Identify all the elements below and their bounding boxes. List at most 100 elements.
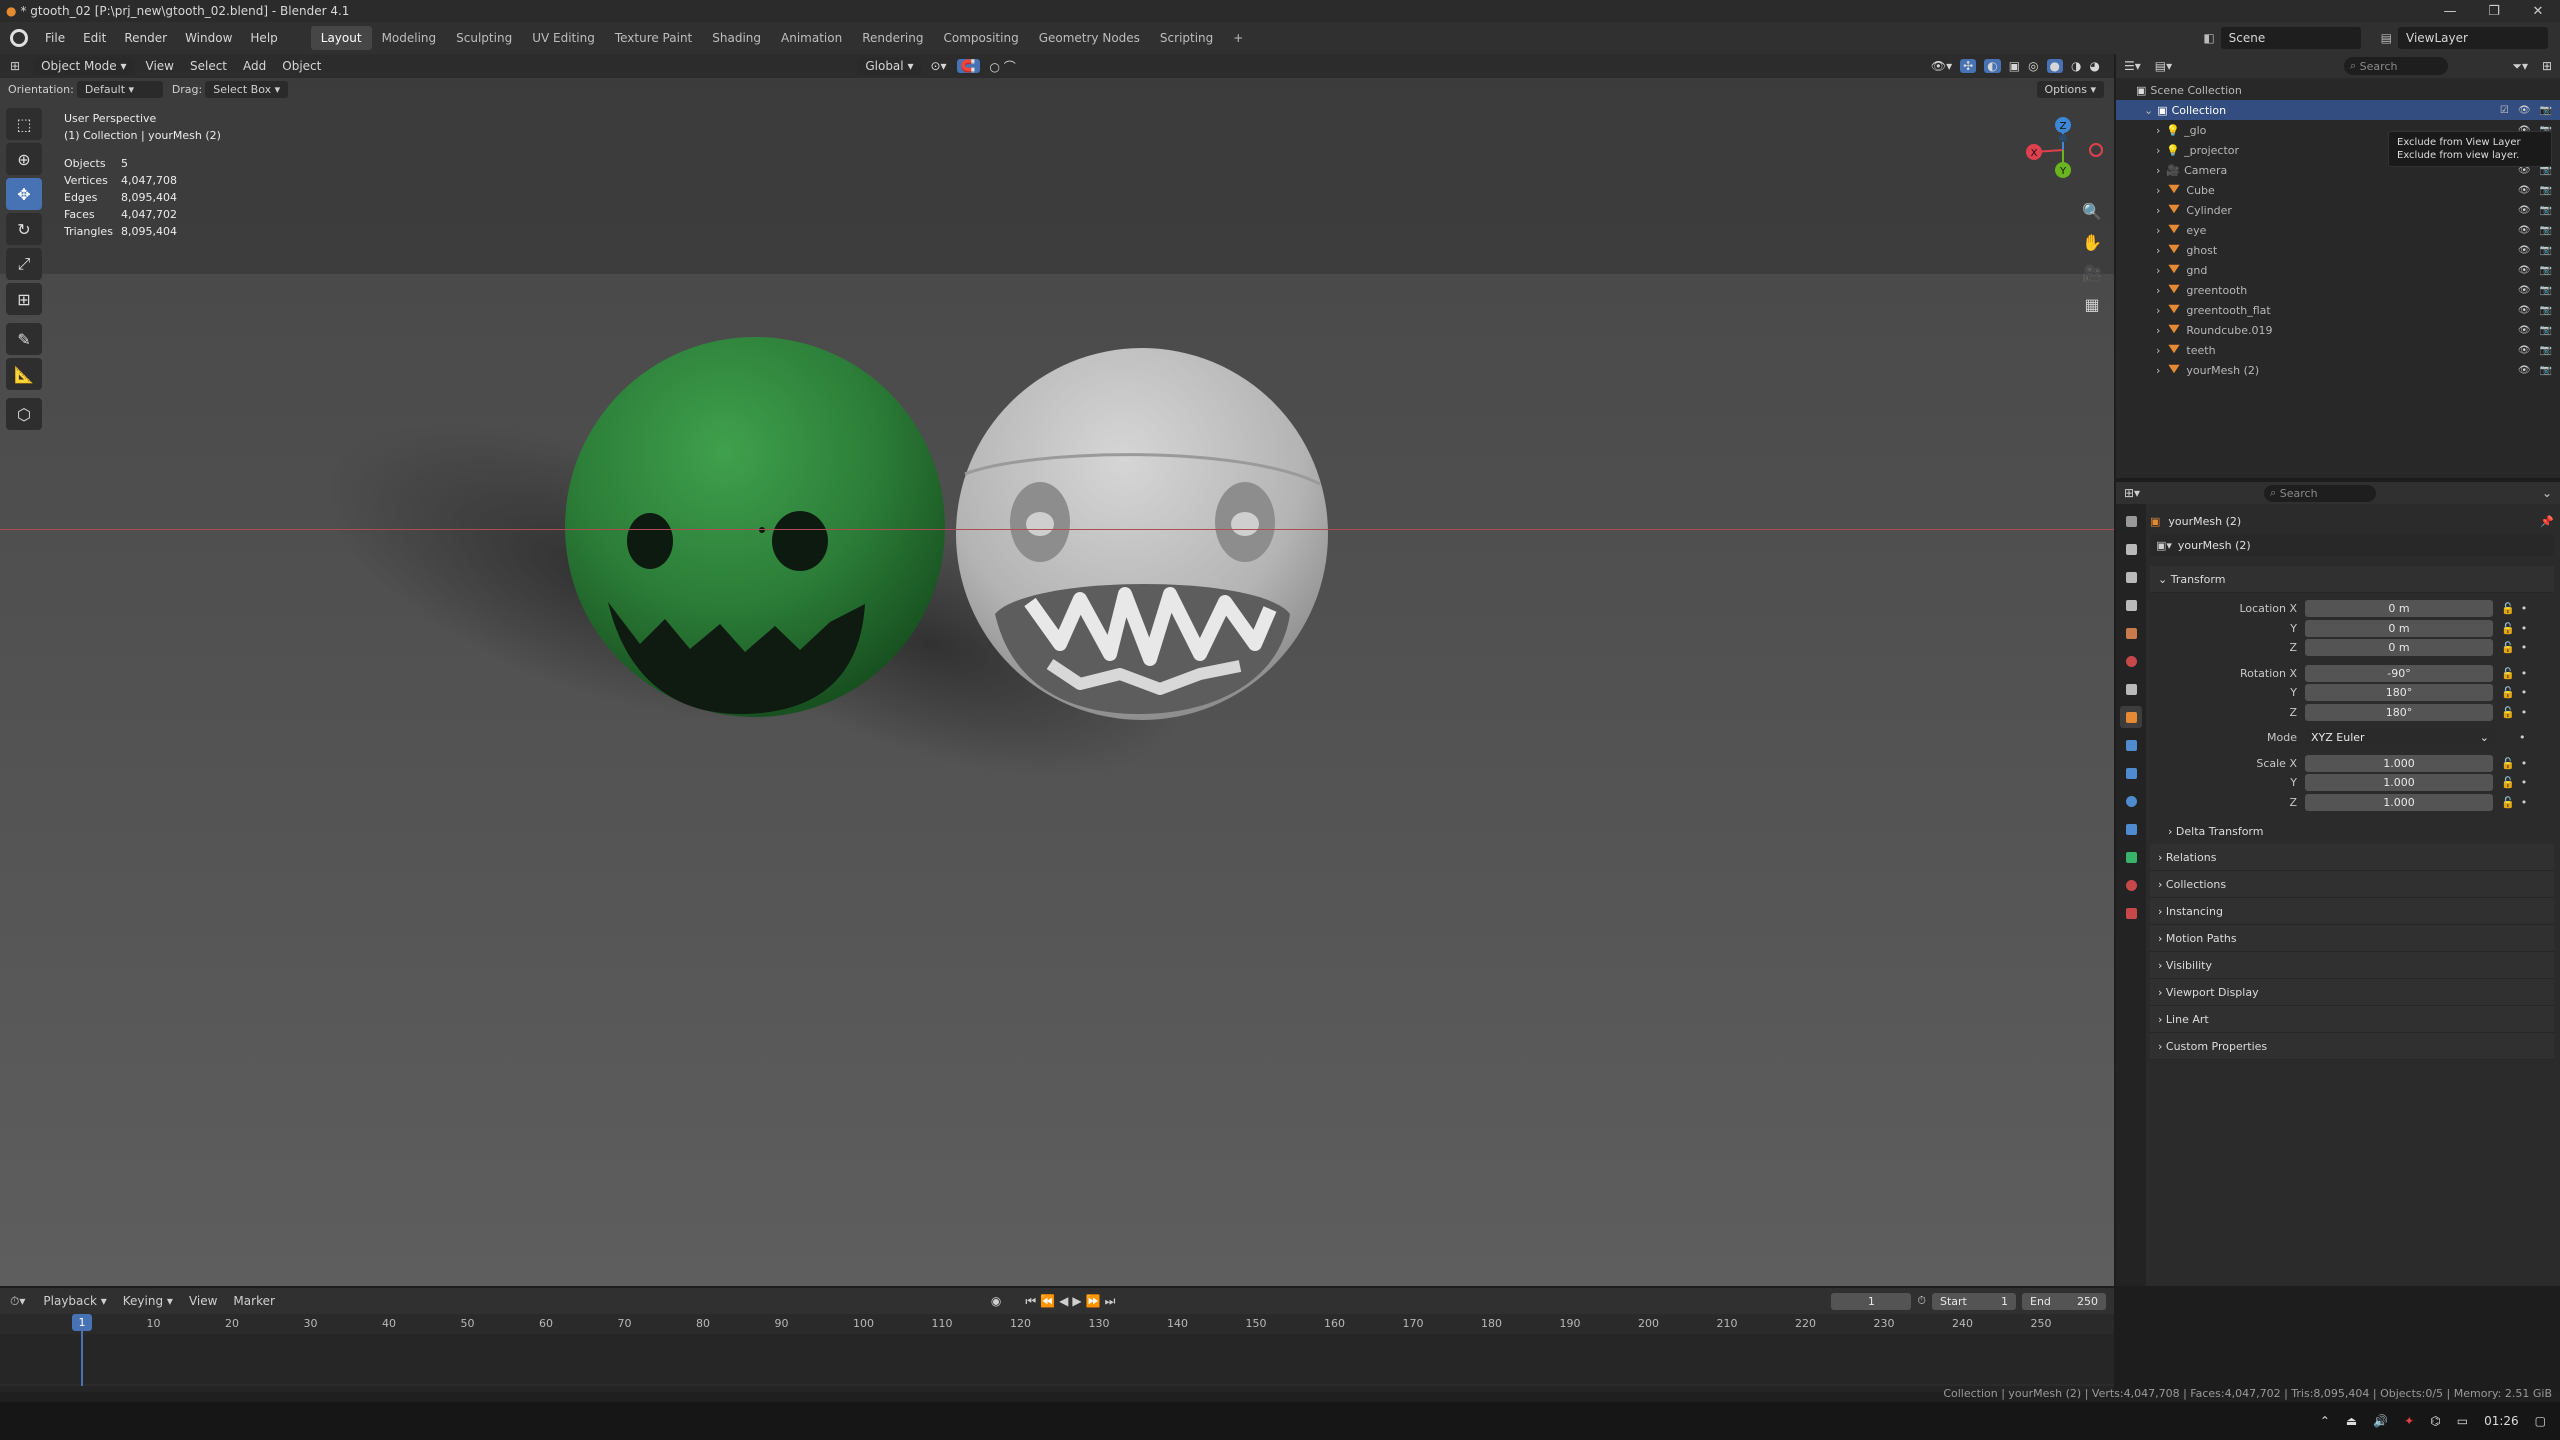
lock-icon[interactable]: 🔓 <box>2501 622 2515 635</box>
camera-icon[interactable]: 📷 <box>2540 185 2552 196</box>
drag-dropdown[interactable]: Select Box ▾ <box>205 80 289 98</box>
scale-x-field[interactable]: 1.000 <box>2305 754 2493 772</box>
usb-icon[interactable]: ⏏ <box>2346 1414 2357 1428</box>
expand-icon[interactable]: › <box>2156 224 2160 237</box>
gizmo-neg-x-axis[interactable] <box>2089 143 2103 157</box>
viewport-menu-view[interactable]: View <box>138 59 182 73</box>
eye-icon[interactable]: 👁 <box>2518 105 2531 116</box>
lock-icon[interactable]: 🔓 <box>2501 796 2515 809</box>
menu-render[interactable]: Render <box>115 31 176 45</box>
rotation-z-field[interactable]: 180° <box>2305 703 2493 721</box>
pan-hand-icon[interactable]: ✋ <box>2077 227 2107 257</box>
panel-header-instancing[interactable]: › Instancing <box>2150 898 2554 925</box>
add-cube-tool[interactable]: ⬡ <box>6 398 42 430</box>
minimize-icon[interactable]: — <box>2428 4 2472 19</box>
ortho-grid-icon[interactable]: ▦ <box>2077 289 2107 319</box>
expand-icon[interactable]: › <box>2156 284 2160 297</box>
solid-shading-icon[interactable]: ● <box>2046 59 2064 73</box>
visibility-icon[interactable]: 👁▾ <box>1931 59 1952 73</box>
navigation-gizmo[interactable]: Z X Y <box>2016 110 2116 190</box>
location-z-field[interactable]: 0 m <box>2305 639 2493 657</box>
camera-icon[interactable]: 📷 <box>2540 205 2552 216</box>
particles-tab[interactable] <box>2120 762 2142 784</box>
keyframe-dot[interactable]: • <box>2521 757 2528 770</box>
lock-icon[interactable]: 🔓 <box>2501 641 2515 654</box>
eye-icon[interactable]: 👁 <box>2518 365 2531 376</box>
eye-icon[interactable]: 👁 <box>2518 245 2531 256</box>
timeline-body[interactable] <box>0 1334 2114 1384</box>
outliner-item[interactable]: › greentooth 👁 📷 <box>2116 280 2560 300</box>
eye-icon[interactable]: 👁 <box>2518 285 2531 296</box>
object-tab[interactable] <box>2120 706 2142 728</box>
properties-search-input[interactable]: ⌕ Search <box>2264 484 2377 502</box>
next-keyframe-icon[interactable]: ⏩ <box>1086 1294 1105 1308</box>
panel-header-collections[interactable]: › Collections <box>2150 871 2554 898</box>
lock-icon[interactable]: 🔓 <box>2501 602 2515 615</box>
tray-chevron-icon[interactable]: ⌃ <box>2320 1414 2330 1428</box>
lock-icon[interactable]: 🔓 <box>2501 706 2515 719</box>
volume-icon[interactable]: 🔊 <box>2373 1414 2388 1428</box>
timeline-menu-view[interactable]: View <box>181 1294 225 1308</box>
tab-shading[interactable]: Shading <box>702 26 771 50</box>
panel-header-motion-paths[interactable]: › Motion Paths <box>2150 925 2554 952</box>
cursor-tool[interactable]: ⊕ <box>6 143 42 175</box>
object-type-dropdown[interactable]: ▣▾ <box>2150 539 2178 552</box>
panel-header-relations[interactable]: › Relations <box>2150 844 2554 871</box>
camera-icon[interactable]: 📷 <box>2540 265 2552 276</box>
menu-help[interactable]: Help <box>241 31 286 45</box>
outliner-item[interactable]: › Cylinder 👁 📷 <box>2116 200 2560 220</box>
network-icon[interactable]: ⌬ <box>2430 1414 2440 1428</box>
menu-file[interactable]: File <box>36 31 74 45</box>
eye-icon[interactable]: 👁 <box>2518 305 2531 316</box>
outliner-item[interactable]: › yourMesh (2) 👁 📷 <box>2116 360 2560 380</box>
outliner-item[interactable]: › eye 👁 📷 <box>2116 220 2560 240</box>
location-x-field[interactable]: 0 m <box>2305 600 2493 618</box>
options-dropdown[interactable]: Options ▾ <box>2036 80 2104 98</box>
auto-keying-icon[interactable]: ◉ <box>991 1294 1001 1308</box>
close-icon[interactable]: ✕ <box>2516 4 2560 19</box>
properties-editor-icon[interactable]: ⊞▾ <box>2124 486 2140 500</box>
rendered-shading-icon[interactable]: ◕ <box>2090 59 2100 73</box>
texture-tab[interactable] <box>2120 902 2142 924</box>
scene-selector[interactable]: Scene <box>2220 27 2361 49</box>
pivot-icon[interactable]: ⊙▾ <box>930 59 946 73</box>
expand-icon[interactable]: › <box>2156 144 2160 157</box>
keyframe-dot[interactable]: • <box>2521 602 2528 615</box>
eye-icon[interactable]: 👁 <box>2518 265 2531 276</box>
pin-icon[interactable]: 📌 <box>2540 515 2554 528</box>
eye-icon[interactable]: 👁 <box>2518 325 2531 336</box>
expand-icon[interactable]: › <box>2156 324 2160 337</box>
play-icon[interactable]: ▶ <box>1072 1294 1085 1308</box>
filter-icon[interactable]: ⏷▾ <box>2512 59 2528 74</box>
eye-icon[interactable]: 👁 <box>2518 345 2531 356</box>
camera-icon[interactable]: 📷 <box>2540 225 2552 236</box>
modifier-tab[interactable] <box>2120 734 2142 756</box>
material-shading-icon[interactable]: ◑ <box>2071 59 2081 73</box>
proportional-edit-icon[interactable]: ○ ⌒ <box>990 58 1016 75</box>
keyframe-dot[interactable]: • <box>2521 667 2528 680</box>
eye-icon[interactable]: 👁 <box>2518 205 2531 216</box>
outliner-collection[interactable]: ⌄ ▣ Collection ☑ 👁 📷 <box>2116 100 2560 120</box>
camera-icon[interactable]: 📷 <box>2540 305 2552 316</box>
viewlayer-selector[interactable]: ViewLayer <box>2398 27 2548 49</box>
expand-icon[interactable]: › <box>2156 164 2160 177</box>
playhead[interactable]: 1 <box>72 1314 92 1331</box>
editor-type-icon[interactable]: ⊞ <box>0 59 30 73</box>
wireframe-shading-icon[interactable]: ◎ <box>2028 59 2038 73</box>
annotate-tool[interactable]: ✎ <box>6 323 42 355</box>
scale-tool[interactable]: ⤢ <box>6 248 42 280</box>
rotation-mode-dropdown[interactable]: XYZ Euler ⌄ <box>2305 729 2495 747</box>
timeline-menu-marker[interactable]: Marker <box>225 1294 282 1308</box>
expand-icon[interactable]: › <box>2156 204 2160 217</box>
data-tab[interactable] <box>2120 846 2142 868</box>
location-y-field[interactable]: 0 m <box>2305 619 2493 637</box>
properties-options-icon[interactable]: ⌄ <box>2542 486 2552 500</box>
measure-tool[interactable]: 📐 <box>6 358 42 390</box>
physics-tab[interactable] <box>2120 790 2142 812</box>
panel-header-viewport-display[interactable]: › Viewport Display <box>2150 979 2554 1006</box>
expand-icon[interactable]: › <box>2156 184 2160 197</box>
scale-z-field[interactable]: 1.000 <box>2305 793 2493 811</box>
keyframe-dot[interactable]: • <box>2521 706 2528 719</box>
zoom-icon[interactable]: 🔍 <box>2077 196 2107 226</box>
outliner-item[interactable]: › ghost 👁 📷 <box>2116 240 2560 260</box>
